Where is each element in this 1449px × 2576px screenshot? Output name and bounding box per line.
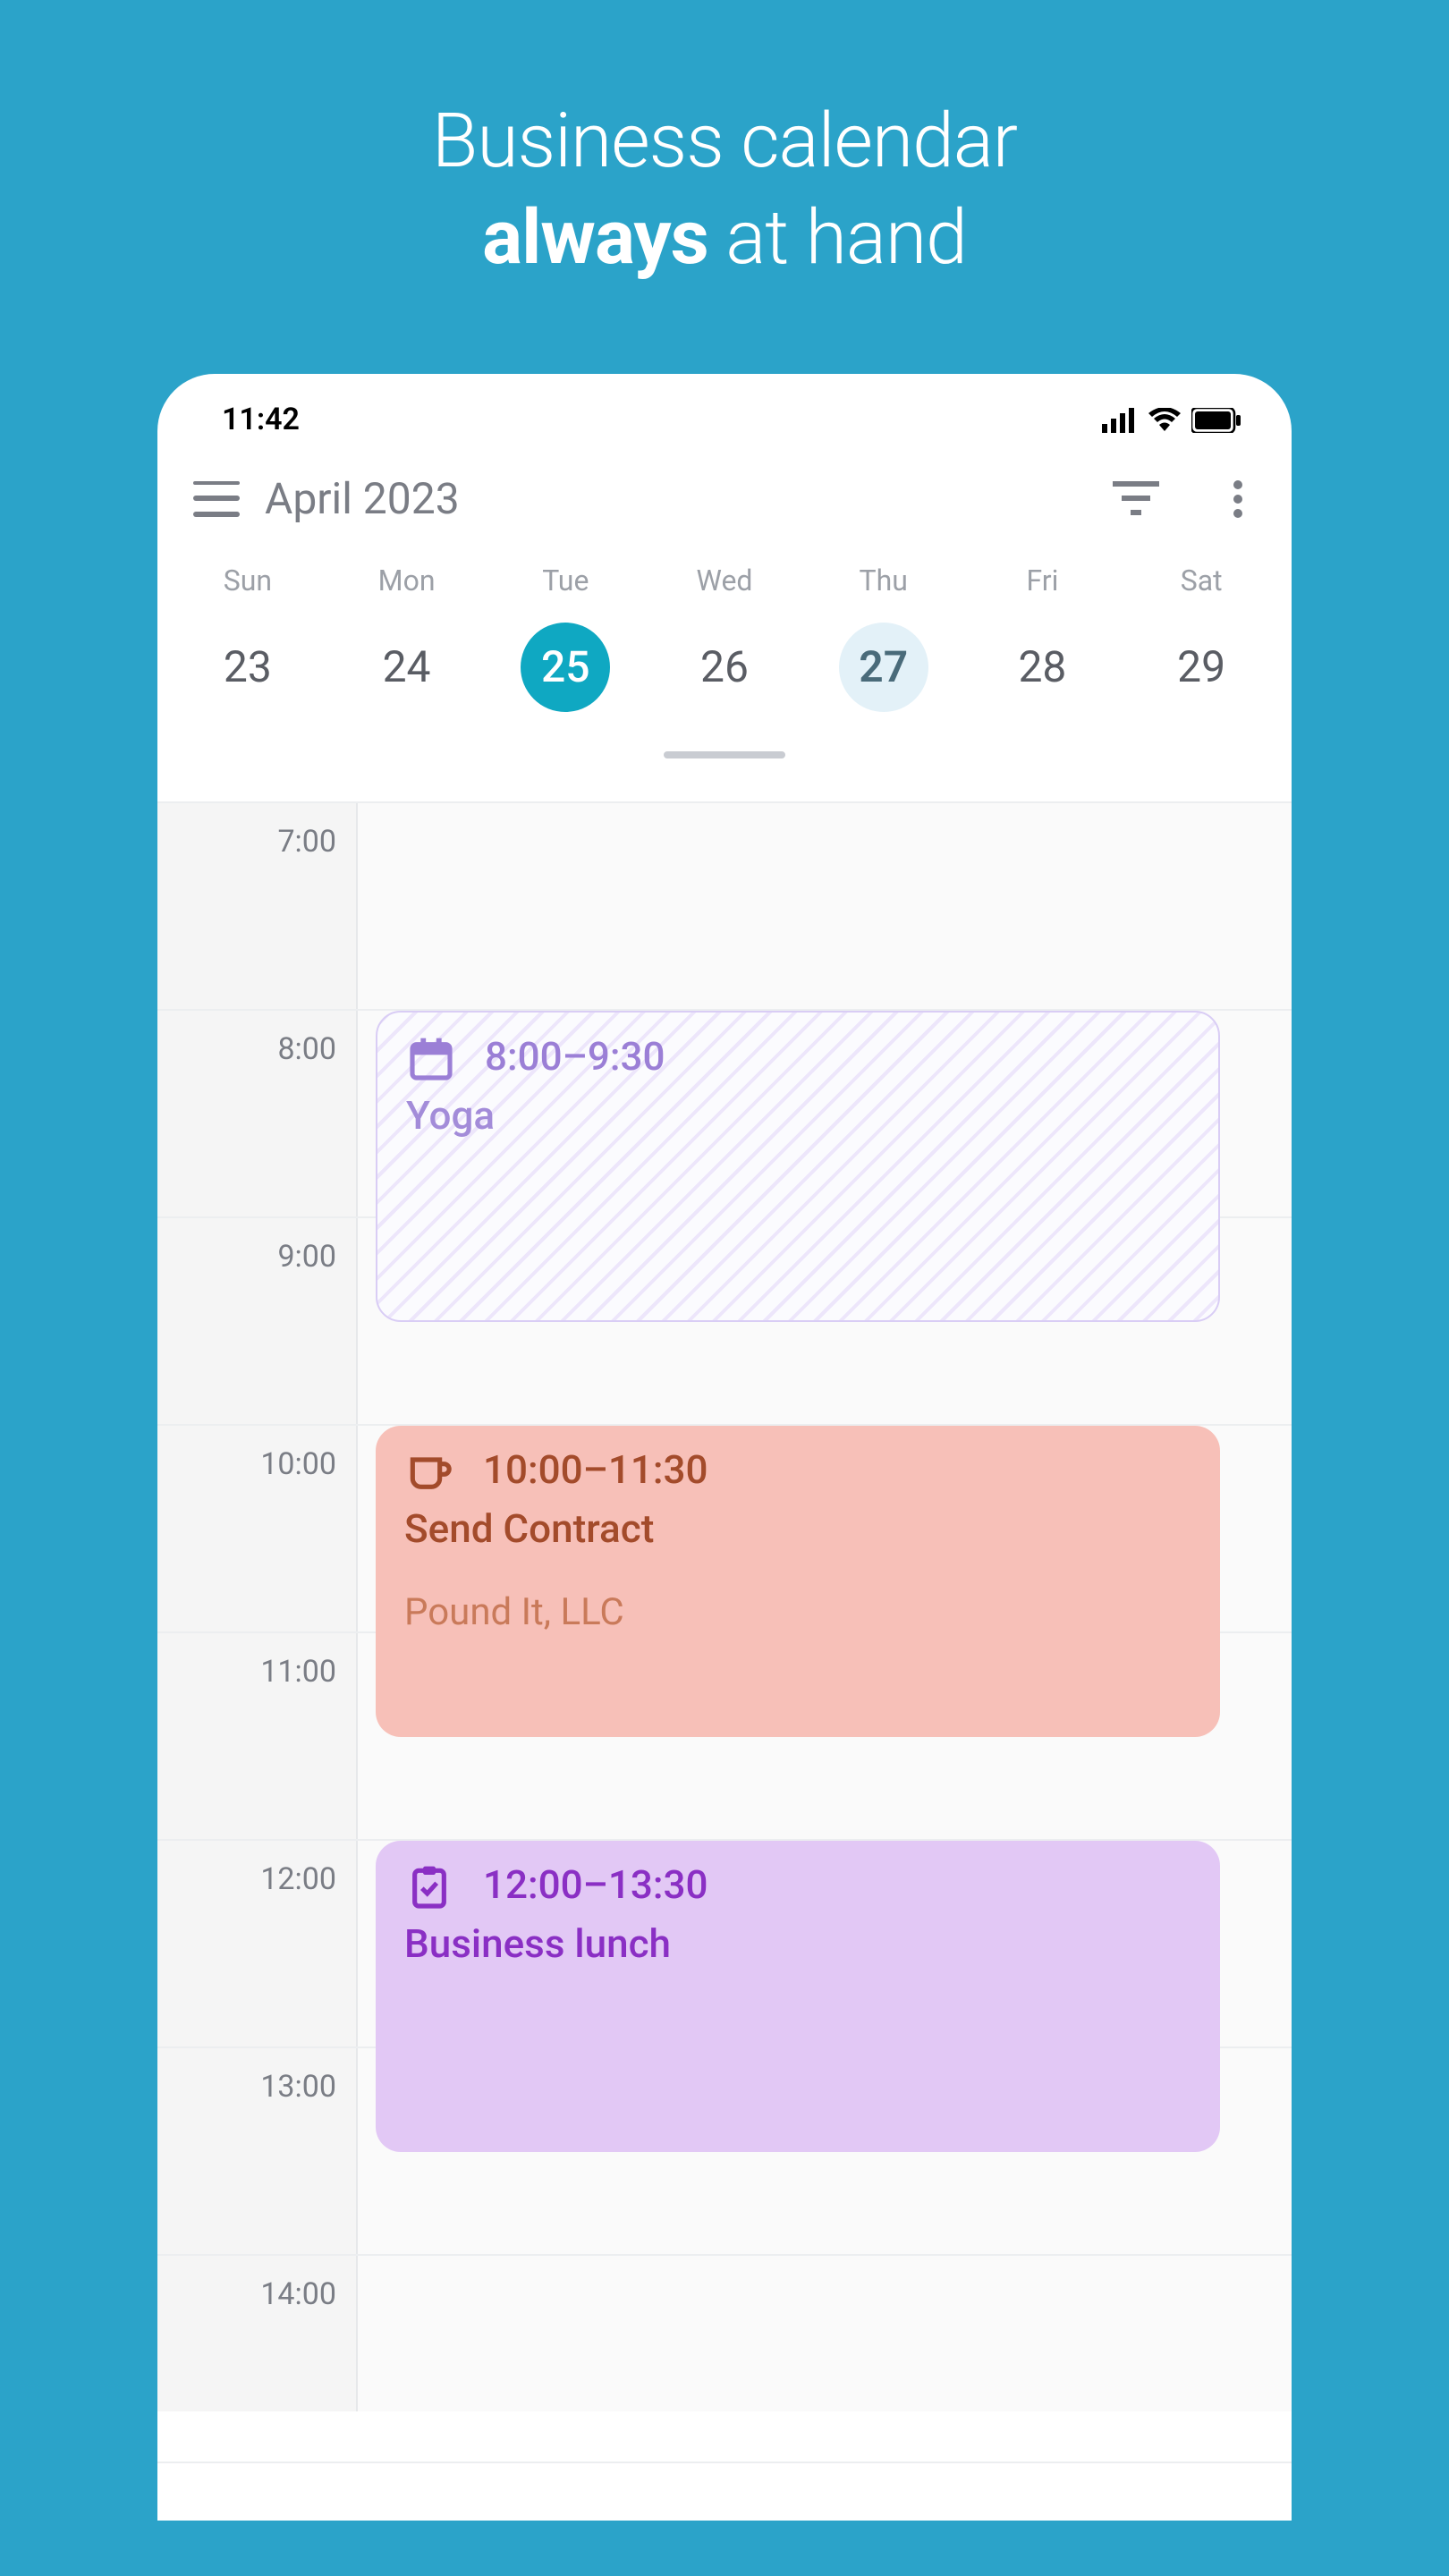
day-col-thu[interactable]: Thu 27 bbox=[804, 563, 963, 711]
phone-frame: 11:42 April 2023 Sun 23 Mon 24 Tue 25 Wed 26 Thu… bbox=[157, 373, 1292, 2520]
hour-label: 13:00 bbox=[157, 2069, 336, 2105]
menu-icon[interactable] bbox=[193, 480, 240, 516]
day-col-sun[interactable]: Sun 23 bbox=[168, 563, 327, 711]
event-business-lunch[interactable]: 12:00–13:30 Business lunch bbox=[376, 1840, 1220, 2151]
day-col-fri[interactable]: Fri 28 bbox=[963, 563, 1123, 711]
filter-icon[interactable] bbox=[1113, 480, 1159, 516]
promo-title: Business calendar always at hand bbox=[0, 0, 1449, 287]
day-number[interactable]: 27 bbox=[839, 622, 928, 711]
event-title: Business lunch bbox=[404, 1922, 1191, 1967]
promo-bold: always bbox=[482, 195, 708, 283]
day-name: Sun bbox=[168, 563, 327, 597]
event-subtitle: Pound It, LLC bbox=[404, 1591, 1191, 1634]
day-number[interactable]: 28 bbox=[997, 622, 1087, 711]
day-name: Wed bbox=[645, 563, 804, 597]
event-time: 10:00–11:30 bbox=[483, 1449, 708, 1494]
event-title: Yoga bbox=[406, 1094, 1190, 1139]
day-number[interactable]: 29 bbox=[1157, 622, 1246, 711]
day-name: Sat bbox=[1122, 563, 1281, 597]
hour-label: 8:00 bbox=[157, 1031, 336, 1067]
day-col-wed[interactable]: Wed 26 bbox=[645, 563, 804, 711]
promo-line2-rest: at hand bbox=[708, 195, 967, 283]
hour-label: 10:00 bbox=[157, 1446, 336, 1482]
day-name: Tue bbox=[486, 563, 645, 597]
day-number[interactable]: 26 bbox=[680, 622, 769, 711]
day-name: Thu bbox=[804, 563, 963, 597]
more-icon[interactable] bbox=[1216, 477, 1259, 520]
day-name: Mon bbox=[327, 563, 487, 597]
week-row: Sun 23 Mon 24 Tue 25 Wed 26 Thu 27 Fri 28 Sat 29 bbox=[157, 541, 1292, 711]
day-col-sat[interactable]: Sat 29 bbox=[1122, 563, 1281, 711]
hour-label: 9:00 bbox=[157, 1239, 336, 1275]
event-send-contract[interactable]: 10:00–11:30 Send Contract Pound It, LLC bbox=[376, 1425, 1220, 1736]
event-title: Send Contract bbox=[404, 1507, 1191, 1552]
status-icons bbox=[1102, 407, 1241, 432]
promo-line1: Business calendar bbox=[432, 98, 1017, 186]
cellular-icon bbox=[1102, 407, 1138, 432]
status-bar: 11:42 bbox=[157, 373, 1292, 452]
app-header: April 2023 bbox=[157, 452, 1292, 541]
hour-label: 14:00 bbox=[157, 2276, 336, 2312]
status-time: 11:42 bbox=[222, 402, 300, 437]
month-label[interactable]: April 2023 bbox=[265, 473, 460, 523]
battery-icon bbox=[1191, 407, 1241, 432]
cup-icon bbox=[404, 1446, 454, 1496]
clipboard-check-icon bbox=[404, 1861, 454, 1911]
day-number[interactable]: 23 bbox=[203, 622, 292, 711]
timeline[interactable]: 7:00 8:00 9:00 10:00 11:00 12:00 13:00 14:00 8:0… bbox=[157, 801, 1292, 2411]
hour-label: 7:00 bbox=[157, 824, 336, 860]
wifi-icon bbox=[1148, 407, 1181, 432]
day-col-tue[interactable]: Tue 25 bbox=[486, 563, 645, 711]
drag-handle[interactable] bbox=[664, 750, 785, 758]
calendar-icon bbox=[406, 1033, 456, 1083]
day-number[interactable]: 25 bbox=[521, 622, 610, 711]
event-time: 12:00–13:30 bbox=[483, 1864, 708, 1909]
day-name: Fri bbox=[963, 563, 1123, 597]
event-time: 8:00–9:30 bbox=[485, 1036, 665, 1080]
hour-label: 12:00 bbox=[157, 1861, 336, 1897]
hour-label: 11:00 bbox=[157, 1654, 336, 1690]
day-col-mon[interactable]: Mon 24 bbox=[327, 563, 487, 711]
day-number[interactable]: 24 bbox=[362, 622, 452, 711]
event-yoga[interactable]: 8:00–9:30 Yoga bbox=[376, 1010, 1220, 1321]
